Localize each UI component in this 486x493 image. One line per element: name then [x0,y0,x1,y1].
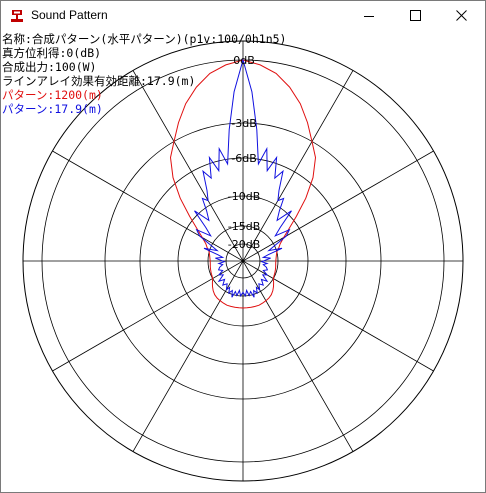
sound-pattern-window: Sound Pattern 0dB -3dB -6dB -10dB -15dB -20dB… [0,0,486,493]
polar-plot-area: 0dB -3dB -6dB -10dB -15dB -20dB 名称:合成パターン(水平パ… [1,31,485,492]
maximize-icon-box [410,10,421,21]
maximize-icon [410,10,421,21]
close-icon [456,10,467,21]
radial-labels: 0dB -3dB -6dB -10dB -15dB -20dB [228,54,261,251]
window-title: Sound Pattern [31,8,108,22]
combined-output: 合成出力:100(W) [2,60,97,74]
close-button[interactable] [439,1,485,31]
app-icon [11,10,23,22]
radial-label-4: -15dB [228,220,261,233]
app-icon-slot [14,11,20,14]
pattern-name: 名称:合成パターン(水平パターン)(p1v:100/0h1n5) [2,32,287,46]
app-icon-stem [16,15,18,19]
radial-label-2: -6dB [231,152,257,165]
legend-pattern-17-9m: パターン:17.9(m) [2,102,103,116]
true-bearing-gain: 真方位利得:0(dB) [2,46,102,60]
radial-label-0: 0dB [233,54,255,67]
radial-label-1: -3dB [231,117,257,130]
title-bar[interactable]: Sound Pattern [1,1,485,31]
legend-pattern-1200m: パターン:1200(m) [2,88,103,102]
radial-label-5: -20dB [228,238,261,251]
minimize-icon [364,16,374,17]
maximize-button[interactable] [393,1,439,31]
line-array-distance: ラインアレイ効果有効距離:17.9(m) [2,74,196,88]
radial-label-3: -10dB [228,190,261,203]
app-icon-base [11,19,23,22]
minimize-button[interactable] [347,1,393,31]
